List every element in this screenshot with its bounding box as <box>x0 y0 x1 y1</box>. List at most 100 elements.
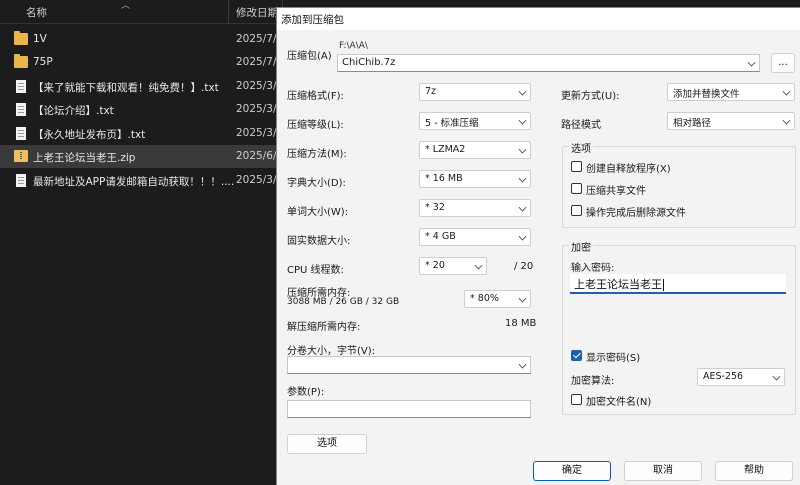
file-row-txt[interactable]: 【来了就能下载和观看！纯免费！】.txt 2025/3/ <box>0 75 276 98</box>
column-date[interactable]: 修改日期 <box>236 5 278 20</box>
add-to-archive-dialog: 添加到压缩包 压缩包(A) F:\A\A\ ChiChib.7z ... 压缩格… <box>276 7 800 485</box>
archive-name-input[interactable]: ChiChib.7z <box>337 54 760 72</box>
cancel-button[interactable]: 取消 <box>624 461 702 481</box>
text-file-icon <box>16 127 26 140</box>
chevron-down-icon[interactable] <box>747 58 756 67</box>
dict-select[interactable]: * 16 MB <box>419 170 531 188</box>
level-select[interactable]: 5 - 标准压缩 <box>419 112 531 130</box>
text-file-icon <box>16 80 26 93</box>
word-value: * 32 <box>425 202 445 213</box>
encryption-group-title: 加密 <box>569 239 593 254</box>
column-name[interactable]: 名称 <box>26 5 47 20</box>
options-group-title: 选项 <box>569 140 593 155</box>
file-row-txt[interactable]: 【论坛介绍】.txt 2025/3/ <box>0 98 276 121</box>
delete-source-checkbox[interactable] <box>571 205 582 216</box>
format-label: 压缩格式(F): <box>287 91 344 102</box>
shared-checkbox[interactable] <box>571 183 582 194</box>
split-size-input[interactable] <box>287 356 531 374</box>
dict-label: 字典大小(D): <box>287 178 346 189</box>
enc-method-select[interactable]: AES-256 <box>697 368 785 386</box>
path-mode-select[interactable]: 相对路径 <box>667 112 795 130</box>
level-label: 压缩等级(L): <box>287 120 344 131</box>
file-row-txt[interactable]: 最新地址及APP请发邮箱自动获取！！！.... 2025/3/ <box>0 169 276 192</box>
dialog-title: 添加到压缩包 <box>281 14 344 26</box>
dict-value: * 16 MB <box>425 173 463 184</box>
browse-button[interactable]: ... <box>771 53 795 73</box>
chevron-down-icon[interactable] <box>518 360 527 369</box>
shared-label: 压缩共享文件 <box>586 186 646 197</box>
solid-label: 固实数据大小: <box>287 236 351 247</box>
mem-usage-select[interactable]: * 80% <box>464 290 531 308</box>
folder-icon <box>14 31 28 45</box>
chevron-down-icon <box>518 203 527 212</box>
show-password-label: 显示密码(S) <box>586 353 641 364</box>
archive-path: F:\A\A\ <box>339 41 368 51</box>
solid-value: * 4 GB <box>425 231 456 242</box>
file-name: 1V <box>33 33 47 45</box>
method-select[interactable]: * LZMA2 <box>419 141 531 159</box>
method-value: * LZMA2 <box>425 144 466 155</box>
chevron-down-icon <box>782 116 791 125</box>
solid-select[interactable]: * 4 GB <box>419 228 531 246</box>
chevron-down-icon <box>518 174 527 183</box>
password-input[interactable]: 上老王论坛当老王 <box>570 274 786 294</box>
file-row-zip-selected[interactable]: 上老王论坛当老王.zip 2025/6/ <box>0 145 276 168</box>
chevron-down-icon <box>518 232 527 241</box>
file-name: 最新地址及APP请发邮箱自动获取！！！.... <box>33 176 235 188</box>
encrypt-names-label: 加密文件名(N) <box>586 397 652 408</box>
chevron-down-icon <box>518 294 527 303</box>
chevron-down-icon <box>772 372 781 381</box>
file-name: 上老王论坛当老王.zip <box>33 152 136 164</box>
file-name: 75P <box>33 56 53 68</box>
chevron-down-icon <box>474 261 483 270</box>
file-row-txt[interactable]: 【永久地址发布页】.txt 2025/3/ <box>0 122 276 145</box>
file-row-75p[interactable]: 75P 2025/7/ <box>0 51 276 74</box>
file-date: 2025/6/ <box>236 150 276 162</box>
show-password-checkbox[interactable] <box>571 350 582 361</box>
params-input[interactable] <box>287 400 531 418</box>
sfx-label: 创建自释放程序(X) <box>586 164 671 175</box>
update-label: 更新方式(U): <box>561 91 620 102</box>
file-name: 【来了就能下载和观看！纯免费！】.txt <box>33 82 219 94</box>
zip-folder-icon <box>14 150 28 162</box>
dialog-titlebar[interactable]: 添加到压缩包 <box>277 8 800 30</box>
options-button[interactable]: 选项 <box>287 434 367 454</box>
update-select[interactable]: 添加并替换文件 <box>667 83 795 101</box>
cpu-value: * 20 <box>425 260 445 271</box>
file-date: 2025/3/ <box>236 80 276 92</box>
folder-icon <box>14 54 28 68</box>
text-file-icon <box>16 174 26 187</box>
cpu-label: CPU 线程数: <box>287 265 344 276</box>
method-label: 压缩方法(M): <box>287 149 347 160</box>
cpu-total: / 20 <box>514 261 534 272</box>
update-value: 添加并替换文件 <box>673 89 740 100</box>
file-name: 【永久地址发布页】.txt <box>33 129 146 141</box>
chevron-down-icon <box>782 87 791 96</box>
password-label: 输入密码: <box>571 263 615 274</box>
cpu-select[interactable]: * 20 <box>419 257 487 275</box>
format-select[interactable]: 7z <box>419 83 531 101</box>
encrypt-names-checkbox[interactable] <box>571 394 582 405</box>
path-mode-label: 路径模式 <box>561 120 601 131</box>
password-value: 上老王论坛当老王 <box>574 278 662 291</box>
params-label: 参数(P): <box>287 387 325 398</box>
ok-button[interactable]: 确定 <box>533 461 611 481</box>
path-mode-value: 相对路径 <box>673 118 712 129</box>
help-button[interactable]: 帮助 <box>715 461 793 481</box>
file-name: 【论坛介绍】.txt <box>33 105 114 117</box>
file-row-1v[interactable]: 1V 2025/7/ <box>0 28 276 51</box>
sfx-checkbox[interactable] <box>571 161 582 172</box>
word-select[interactable]: * 32 <box>419 199 531 217</box>
word-label: 单词大小(W): <box>287 207 349 218</box>
split-label: 分卷大小，字节(V): <box>287 346 376 357</box>
file-date: 2025/3/ <box>236 127 276 139</box>
chevron-down-icon <box>518 116 527 125</box>
level-value: 5 - 标准压缩 <box>425 118 479 129</box>
sort-ascending-icon: ︿ <box>121 1 131 11</box>
enc-method-value: AES-256 <box>703 371 744 382</box>
archive-label: 压缩包(A) <box>287 51 332 62</box>
text-file-icon <box>16 103 26 116</box>
delete-source-label: 操作完成后删除源文件 <box>586 208 686 219</box>
mem-decomp-value: 18 MB <box>505 318 537 329</box>
file-date: 2025/7/ <box>236 33 276 45</box>
